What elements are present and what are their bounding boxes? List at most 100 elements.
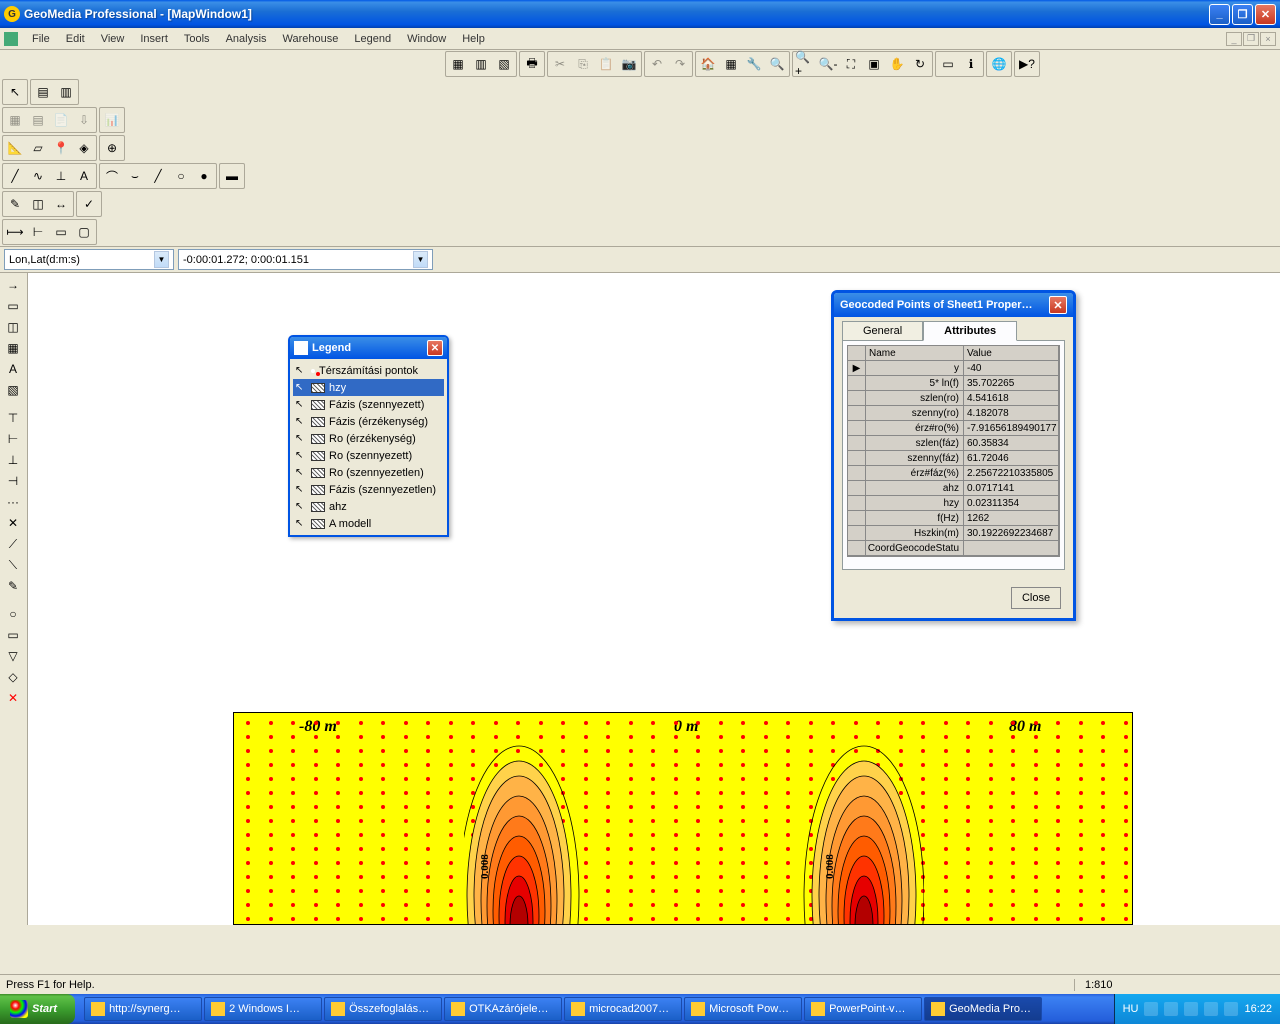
menu-legend[interactable]: Legend (346, 31, 399, 47)
dock-tool-a-icon[interactable]: A (2, 359, 24, 379)
menu-file[interactable]: File (24, 31, 58, 47)
chart-icon[interactable]: 📊 (101, 109, 123, 131)
attribute-row[interactable]: f(Hz)1262 (848, 511, 1059, 526)
legend-item[interactable]: ↖Térszámítási pontok (293, 362, 444, 379)
draw-rect-icon[interactable]: ▬ (221, 165, 243, 187)
dock-tool-15-icon[interactable]: ○ (2, 604, 24, 624)
measure-tool-icon[interactable]: 📐 (4, 137, 26, 159)
draw-segment-icon[interactable]: ╱ (147, 165, 169, 187)
legend-item[interactable]: ↖A modell (293, 515, 444, 532)
dock-tool-5-icon[interactable]: ▧ (2, 380, 24, 400)
menu-warehouse[interactable]: Warehouse (275, 31, 347, 47)
attribute-row[interactable]: szlen(fáz)60.35834 (848, 436, 1059, 451)
dock-tool-12-icon[interactable]: ⟋ (2, 534, 24, 554)
undo-icon[interactable]: ↶ (646, 53, 668, 75)
draw-polyline-icon[interactable]: ∿ (27, 165, 49, 187)
dropdown-arrow-icon[interactable]: ▼ (154, 251, 169, 268)
legend-item[interactable]: ↖Fázis (érzékenység) (293, 413, 444, 430)
menu-window[interactable]: Window (399, 31, 454, 47)
identify-icon[interactable]: ℹ (960, 53, 982, 75)
edit-geom-icon[interactable]: ✎ (4, 193, 26, 215)
select-tool-icon[interactable]: ▭ (937, 53, 959, 75)
map-canvas[interactable]: Legend ✕ ↖Térszámítási pontok↖hzy↖Fázis … (28, 273, 1280, 925)
legend-close-button[interactable]: ✕ (427, 340, 443, 356)
feature-class-icon[interactable]: ▦ (720, 53, 742, 75)
attribute-row[interactable]: ▶y-40 (848, 361, 1059, 376)
properties-titlebar[interactable]: Geocoded Points of Sheet1 Proper… ✕ (834, 293, 1073, 317)
linear-ref-icon[interactable]: ⟼ (4, 221, 26, 243)
dock-tool-2-icon[interactable]: ▭ (2, 296, 24, 316)
tool-layout-window-icon[interactable]: ▧ (493, 53, 515, 75)
properties-close-button[interactable]: ✕ (1049, 296, 1067, 314)
report-icon[interactable]: 📄 (50, 109, 72, 131)
dock-tool-3-icon[interactable]: ◫ (2, 317, 24, 337)
dock-tool-6-icon[interactable]: ⊤ (2, 408, 24, 428)
system-tray[interactable]: HU 16:22 (1114, 994, 1280, 1024)
dock-tool-7-icon[interactable]: ⊢ (2, 429, 24, 449)
taskbar-item[interactable]: Összefoglalás… (324, 997, 442, 1021)
attribute-row[interactable]: ahz0.0717141 (848, 481, 1059, 496)
attribute-row[interactable]: szenny(ro)4.182078 (848, 406, 1059, 421)
copy-icon[interactable]: ⎘ (572, 53, 594, 75)
zoom-in-icon[interactable]: 🔍+ (794, 53, 816, 75)
draw-circle-icon[interactable]: ○ (170, 165, 192, 187)
coord-value-select[interactable]: -0:00:01.272; 0:00:01.151▼ (178, 249, 433, 270)
grid-icon[interactable]: ▤ (27, 109, 49, 131)
dock-tool-8-icon[interactable]: ⊥ (2, 450, 24, 470)
menu-tools[interactable]: Tools (176, 31, 218, 47)
mdi-restore[interactable]: ❐ (1243, 32, 1259, 46)
paste-icon[interactable]: 📋 (595, 53, 617, 75)
coord-tool-icon[interactable]: 📍 (50, 137, 72, 159)
dock-tool-18-icon[interactable]: ◇ (2, 667, 24, 687)
draw-line-icon[interactable]: ╱ (4, 165, 26, 187)
legend-item[interactable]: ↖Fázis (szennyezett) (293, 396, 444, 413)
properties-icon[interactable]: 🔧 (743, 53, 765, 75)
tray-icon[interactable] (1224, 1002, 1238, 1016)
dock-tool-1-icon[interactable]: → (2, 275, 24, 295)
legend-titlebar[interactable]: Legend ✕ (290, 337, 447, 359)
taskbar-item[interactable]: OTKAzárójele… (444, 997, 562, 1021)
pointer-icon[interactable]: ↖ (4, 81, 26, 103)
legend-item[interactable]: ↖Ro (szennyezetlen) (293, 464, 444, 481)
attribute-row[interactable]: szenny(fáz)61.72046 (848, 451, 1059, 466)
clock[interactable]: 16:22 (1244, 1003, 1272, 1015)
snap-tool-icon[interactable]: ⊕ (101, 137, 123, 159)
export-icon[interactable]: ⇩ (73, 109, 95, 131)
dock-tool-16-icon[interactable]: ▭ (2, 625, 24, 645)
taskbar-item[interactable]: GeoMedia Pro… (924, 997, 1042, 1021)
menu-edit[interactable]: Edit (58, 31, 93, 47)
edit-vertex-icon[interactable]: ◫ (27, 193, 49, 215)
menu-help[interactable]: Help (454, 31, 493, 47)
tab-general[interactable]: General (842, 321, 923, 340)
warehouse-icon[interactable]: 🏠 (697, 53, 719, 75)
tray-icon[interactable] (1204, 1002, 1218, 1016)
legend-item[interactable]: ↖ahz (293, 498, 444, 515)
attribute-row[interactable]: érz#ro(%)-7.91656189490177 (848, 421, 1059, 436)
draw-perp-icon[interactable]: ⊥ (50, 165, 72, 187)
snapshot-icon[interactable]: 📷 (618, 53, 640, 75)
cut-icon[interactable]: ✂ (549, 53, 571, 75)
legend-view-icon[interactable]: ▤ (32, 81, 54, 103)
draw-disc-icon[interactable]: ● (193, 165, 215, 187)
maximize-button[interactable]: ❐ (1232, 4, 1253, 25)
dock-tool-9-icon[interactable]: ⊣ (2, 471, 24, 491)
dock-delete-icon[interactable]: ✕ (2, 688, 24, 708)
globe-icon[interactable]: 🌐 (988, 53, 1010, 75)
segment-ref-icon[interactable]: ⊢ (27, 221, 49, 243)
tray-icon[interactable] (1164, 1002, 1178, 1016)
legend-item[interactable]: ↖Ro (érzékenység) (293, 430, 444, 447)
menu-analysis[interactable]: Analysis (218, 31, 275, 47)
measure-area-icon[interactable]: ▱ (27, 137, 49, 159)
redo-icon[interactable]: ↷ (669, 53, 691, 75)
attribute-row[interactable]: Hszkin(m)30.1922692234687 (848, 526, 1059, 541)
taskbar-item[interactable]: 2 Windows I… (204, 997, 322, 1021)
mdi-close[interactable]: × (1260, 32, 1276, 46)
minimize-button[interactable]: _ (1209, 4, 1230, 25)
language-indicator[interactable]: HU (1123, 1003, 1139, 1015)
dock-tool-13-icon[interactable]: ⟍ (2, 555, 24, 575)
taskbar-item[interactable]: PowerPoint-v… (804, 997, 922, 1021)
help-icon[interactable]: ▶? (1016, 53, 1038, 75)
edit-move-icon[interactable]: ↔ (50, 193, 72, 215)
coord-readout-icon[interactable]: ◈ (73, 137, 95, 159)
taskbar-item[interactable]: http://synerg… (84, 997, 202, 1021)
